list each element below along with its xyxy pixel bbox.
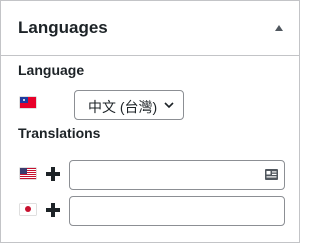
language-select[interactable]: 中文 (台灣) [74, 90, 184, 120]
translation-input-en[interactable] [69, 160, 285, 190]
id-card-icon [265, 169, 278, 180]
plus-icon[interactable] [46, 203, 60, 217]
chevron-down-icon [164, 102, 174, 109]
taiwan-flag-icon [20, 97, 36, 108]
triangle-up-icon[interactable] [275, 25, 283, 31]
panel-title: Languages [18, 18, 108, 37]
plus-icon[interactable] [46, 167, 60, 181]
us-flag-icon [20, 168, 36, 179]
japan-flag-icon [20, 204, 36, 215]
translation-input-ja[interactable] [69, 196, 285, 226]
languages-panel: Languages Language 中文 (台灣) Translations [0, 0, 300, 243]
language-label: Language [18, 62, 85, 78]
translations-label: Translations [18, 125, 101, 141]
panel-header[interactable]: Languages [1, 1, 299, 56]
language-select-value: 中文 (台灣) [88, 99, 158, 115]
